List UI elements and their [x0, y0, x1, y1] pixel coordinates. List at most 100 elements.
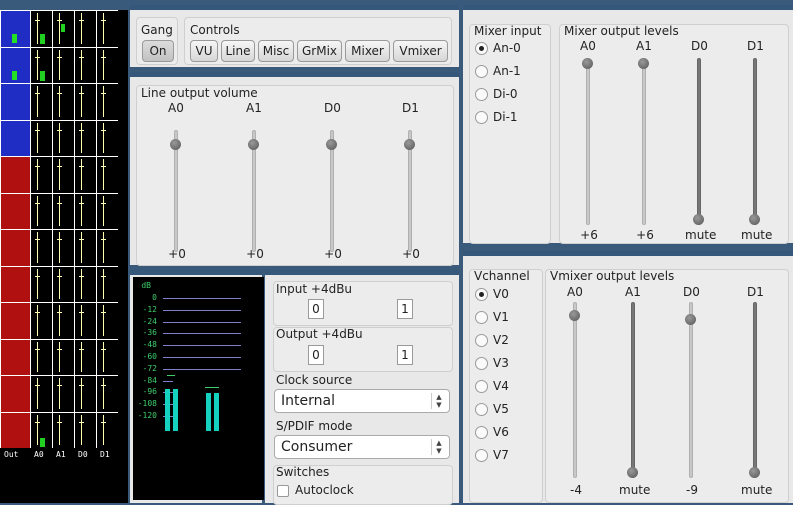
vu-marker: [79, 385, 84, 386]
mixer-output-a0-label: A0: [580, 39, 596, 53]
vmixer-output-d0-slider-knob[interactable]: [685, 313, 696, 325]
vu-grid-cell: [74, 10, 96, 47]
vchannel-v4-radio[interactable]: [475, 380, 488, 393]
vmixer-output-a0-slider-track[interactable]: [573, 302, 577, 478]
vu-grid-cell: [96, 119, 118, 156]
vmixer-output-d1-value: mute: [741, 483, 773, 497]
grmix-button[interactable]: GrMix: [297, 40, 342, 62]
vu-marker: [101, 239, 106, 240]
vmixer-output-a1-value: mute: [619, 483, 651, 497]
mixer-button[interactable]: Mixer: [345, 40, 390, 62]
vu-button[interactable]: VU: [190, 40, 218, 62]
vchannel-v5-radio[interactable]: [475, 403, 488, 416]
vu-marker: [79, 239, 84, 240]
line-output-a0-slider-knob[interactable]: [170, 138, 181, 150]
mixer-output-d0-slider-track[interactable]: [697, 58, 701, 225]
mixer-output-d0-slider-knob[interactable]: [693, 214, 704, 225]
mixer-output-a1-label: A1: [636, 39, 652, 53]
vu-grid-cell: [52, 156, 74, 193]
spdif-mode-value: Consumer: [281, 439, 353, 455]
vmixer-output-d1-slider-track[interactable]: [753, 302, 757, 478]
vu-row-5-label-cell: [0, 192, 30, 229]
vu-marker: [101, 20, 106, 21]
vu-channel-line: [37, 159, 38, 190]
spdif-mode-select[interactable]: Consumer ▲ ▼: [274, 435, 450, 459]
vmixer-output-d1-slider-knob[interactable]: [749, 467, 760, 478]
mixer-input-di-1-radio[interactable]: [475, 111, 488, 124]
vu-marker: [57, 202, 62, 204]
vu-marker: [79, 56, 84, 58]
vu-grid-cell: [96, 338, 118, 375]
mixer-output-a0-slider-knob[interactable]: [582, 58, 593, 69]
mixer-input-di-0-radio[interactable]: [475, 88, 488, 101]
line-output-a1-slider-knob[interactable]: [248, 138, 259, 150]
vu-col-a1-label: A1: [56, 450, 66, 459]
misc-button[interactable]: Misc: [258, 40, 294, 62]
vmixer-panel: Vchannel Vmixer output levels A0 -4 A1 mute…: [463, 251, 793, 503]
vchannel-v3-radio[interactable]: [475, 357, 488, 370]
mixer-output-a1-slider-track[interactable]: [642, 58, 646, 225]
vchannel-v1-radio[interactable]: [475, 311, 488, 324]
mixer-output-d1-slider-knob[interactable]: [749, 214, 760, 225]
mixer-output-d1-slider-track[interactable]: [753, 58, 757, 225]
mixer-panel: Mixer input Mixer output levels A0 +6 A1 +6…: [463, 5, 793, 244]
vu-channel-line: [37, 305, 38, 336]
vu-grid-cell: [74, 302, 96, 339]
vu-channel-line: [59, 195, 60, 226]
vmixer-output-a1-slider-knob[interactable]: [627, 467, 638, 478]
mixer-input-an-1-radio[interactable]: [475, 65, 488, 78]
line-output-d1-slider-knob[interactable]: [404, 138, 415, 150]
mixer-output-a1-slider-knob[interactable]: [638, 58, 649, 69]
vmixer-output-a0-value: -4: [570, 483, 582, 497]
vu-grid-cell: [96, 265, 118, 302]
vu-channel-line: [37, 86, 38, 117]
clock-source-select[interactable]: Internal ▲ ▼: [274, 389, 450, 413]
vchannel-v2-radio[interactable]: [475, 334, 488, 347]
vchannel-v0-radio[interactable]: [475, 288, 488, 301]
vchannel-v6-radio[interactable]: [475, 426, 488, 439]
vchannel-v7-radio[interactable]: [475, 449, 488, 462]
vu-marker: [79, 93, 84, 94]
gang-on-button[interactable]: On: [142, 40, 174, 62]
db-gridline: [163, 298, 241, 299]
line-output-d0-slider-knob[interactable]: [326, 138, 337, 150]
vu-row-11-label-cell: [0, 411, 30, 448]
db-tick-label: 0: [152, 293, 157, 302]
vmixer-output-d0-slider-track[interactable]: [689, 302, 693, 478]
vu-grid-cell: [74, 229, 96, 266]
gang-title: Gang: [141, 23, 173, 37]
vu-channel-line: [81, 159, 82, 190]
autoclock-checkbox[interactable]: [277, 485, 289, 497]
vu-channel-line: [59, 49, 60, 80]
output-b-value[interactable]: 1: [397, 345, 413, 365]
vmixer-button[interactable]: Vmixer: [393, 40, 448, 62]
vu-grid-cell: [52, 83, 74, 120]
input-level-title: Input +4dBu: [276, 282, 353, 296]
vu-channel-line: [103, 13, 104, 44]
vu-marker: [101, 312, 106, 313]
output-a-value[interactable]: 0: [308, 345, 324, 365]
mixer-output-a0-slider-track[interactable]: [586, 58, 590, 225]
vchannel-v6-label: V6: [493, 425, 509, 439]
vu-marker: [79, 312, 84, 313]
db-tick-label: -12: [142, 304, 157, 314]
vu-row-8-label-cell: [0, 302, 30, 339]
vu-grid-cell: [74, 338, 96, 375]
input-b-value[interactable]: 1: [397, 299, 413, 319]
vu-grid-cell: [52, 192, 74, 229]
db-gridline: [163, 345, 241, 347]
vu-grid-cell: [30, 375, 52, 412]
vmixer-output-a1-slider-track[interactable]: [631, 302, 635, 478]
vu-marker: [35, 93, 40, 94]
vu-marker: [35, 239, 40, 240]
input-a-value[interactable]: 0: [308, 299, 324, 319]
vu-marker: [101, 348, 106, 350]
db-gridline: [163, 368, 241, 370]
vu-marker: [79, 129, 84, 131]
vu-grid-cell: [74, 192, 96, 229]
vu-marker: [35, 129, 40, 131]
line-button[interactable]: Line: [221, 40, 255, 62]
mixer-input-group: [469, 24, 551, 244]
mixer-input-an-0-radio[interactable]: [475, 42, 488, 55]
autoclock-label: Autoclock: [295, 483, 354, 497]
